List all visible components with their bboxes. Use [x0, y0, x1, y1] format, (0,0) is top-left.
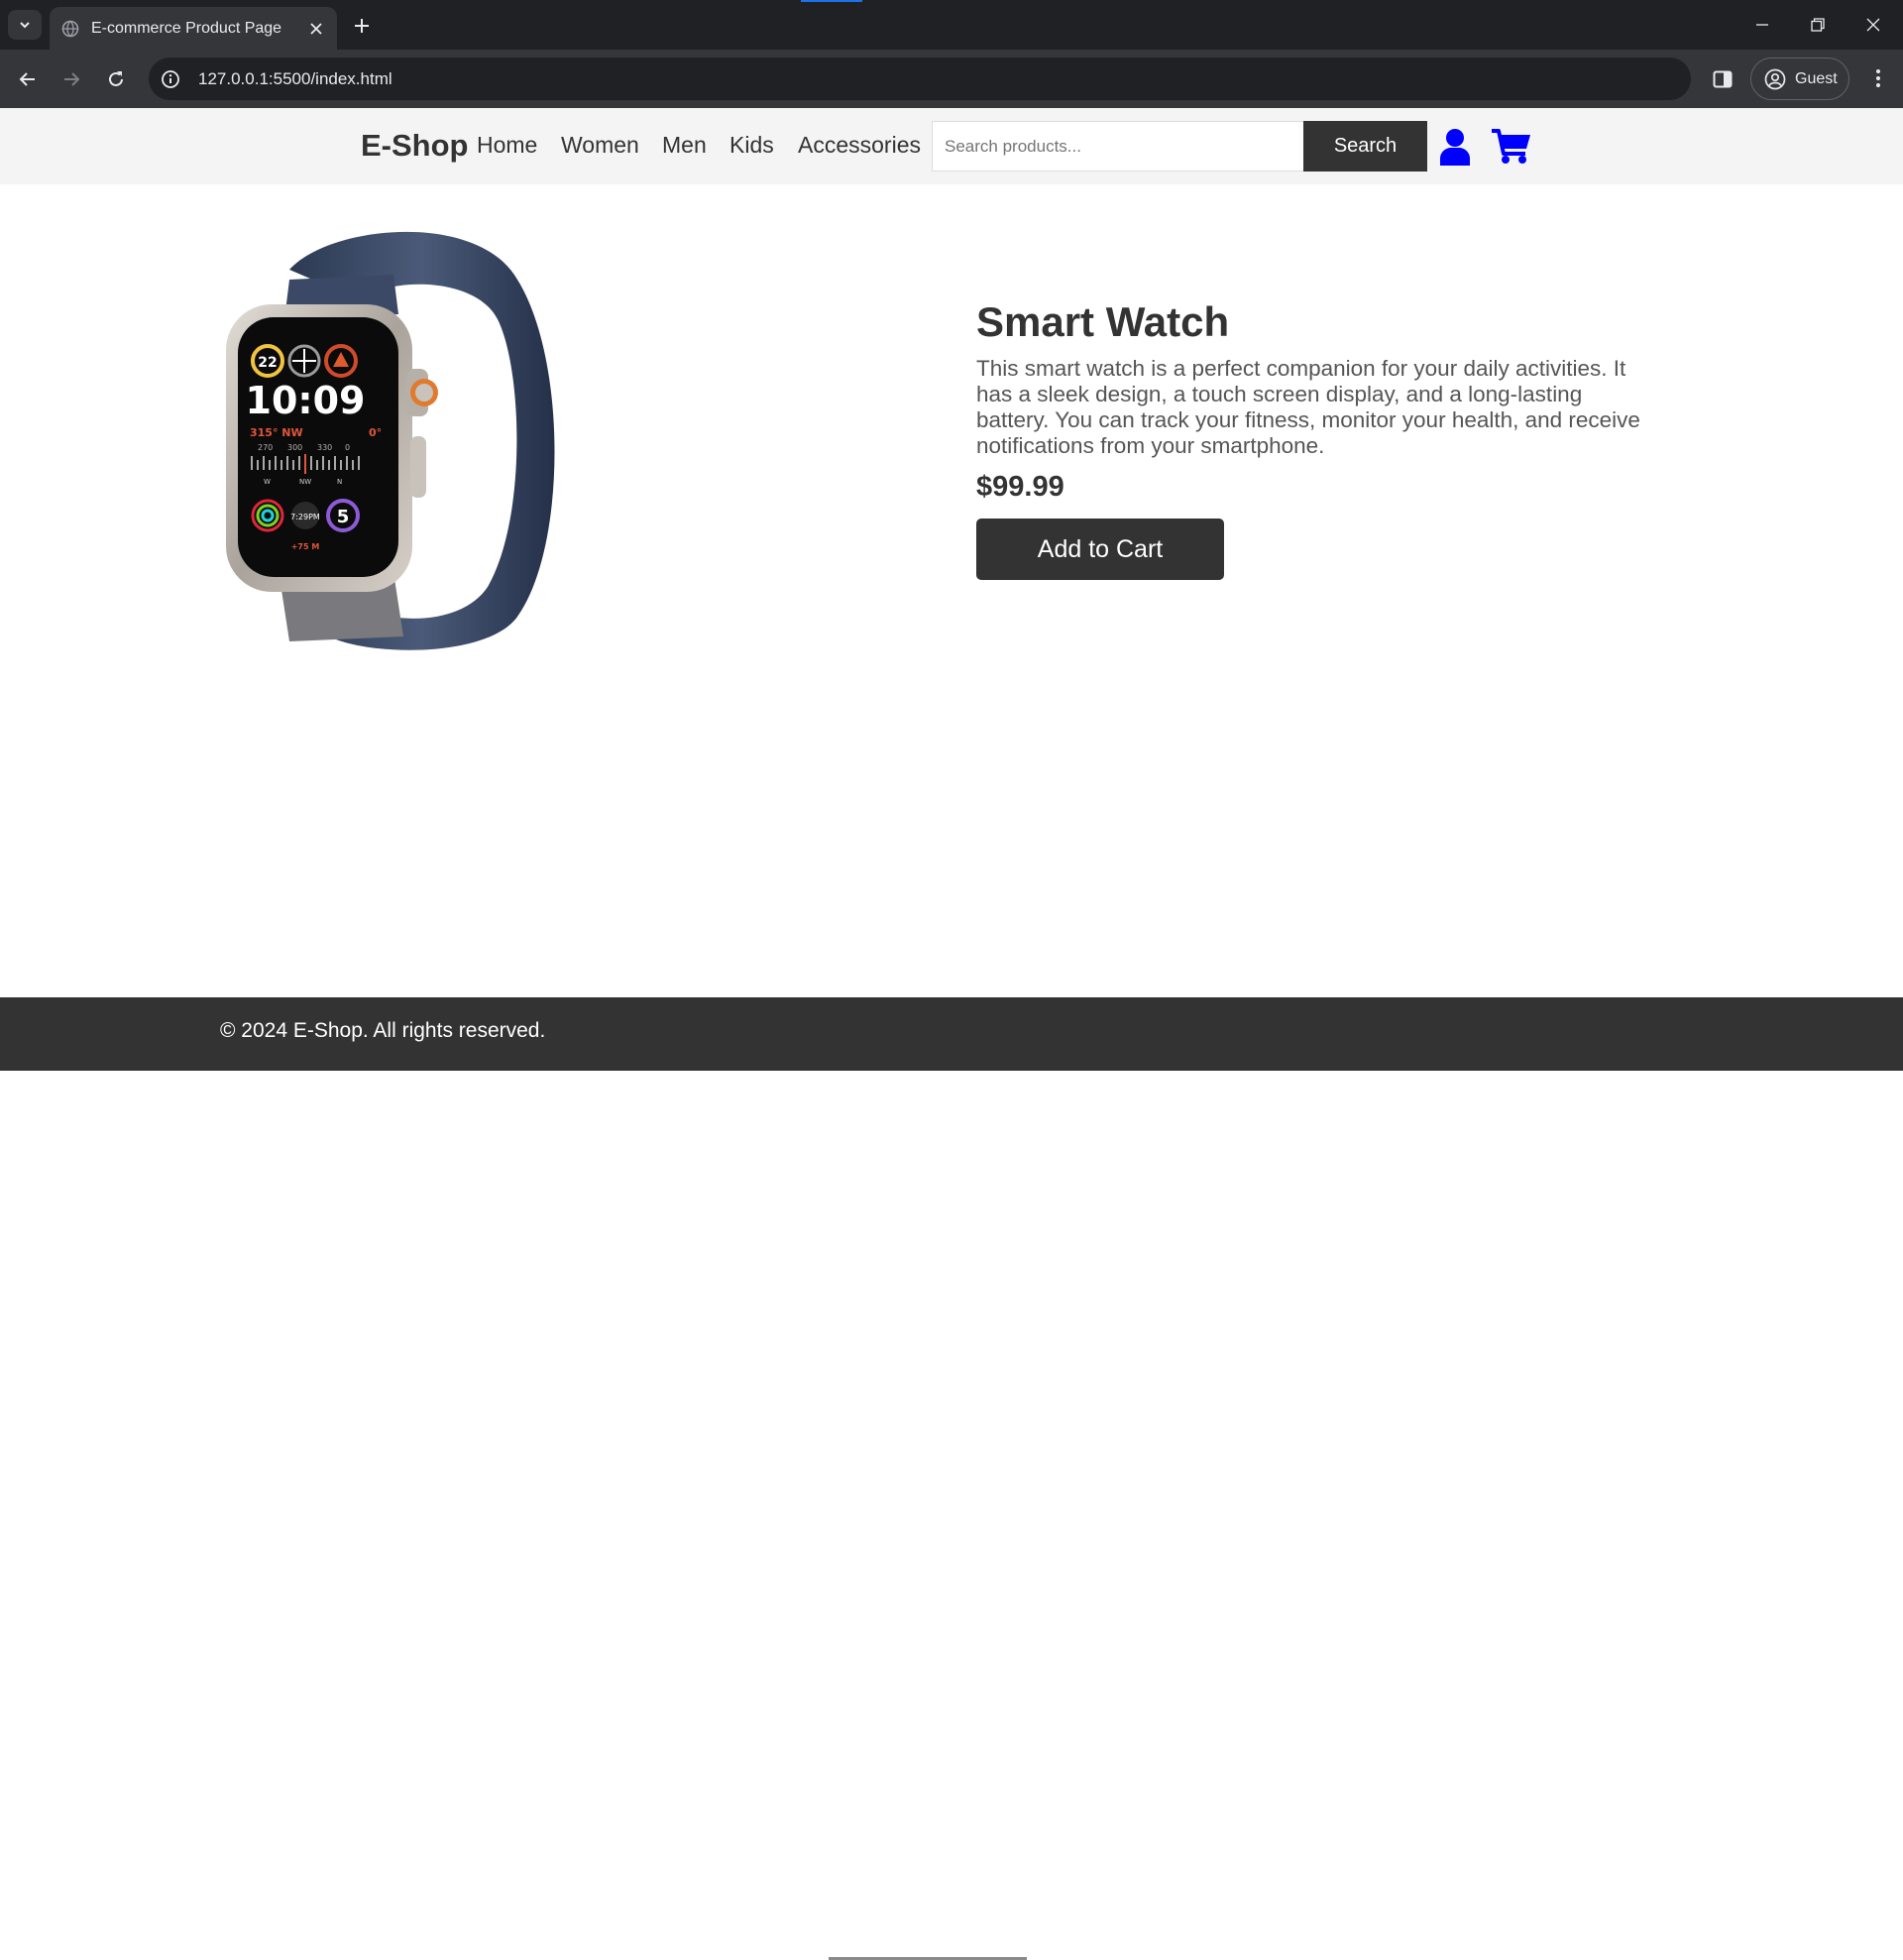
browser-toolbar: 127.0.0.1:5500/index.html Guest	[0, 50, 1903, 108]
site-header: E-Shop Home Women Men Kids Accessories S…	[0, 108, 1903, 184]
copyright-text: © 2024 E-Shop. All rights reserved.	[220, 1019, 546, 1042]
globe-icon	[61, 20, 79, 37]
more-vertical-icon	[1876, 69, 1880, 87]
close-icon[interactable]	[307, 20, 325, 38]
side-panel-button[interactable]	[1705, 66, 1740, 92]
side-panel-icon	[1713, 70, 1733, 88]
account-link[interactable]	[1439, 128, 1471, 166]
watch-bottom-right: 5	[337, 507, 350, 527]
tab-title: E-commerce Product Page	[91, 19, 282, 37]
watch-time: 10:09	[246, 379, 366, 422]
compass-label-270: 270	[258, 443, 273, 452]
add-to-cart-button[interactable]: Add to Cart	[976, 519, 1224, 580]
arrow-right-icon	[64, 72, 80, 86]
forward-button[interactable]	[54, 61, 89, 97]
product-title: Smart Watch	[976, 298, 1230, 345]
browser-tab-strip: E-commerce Product Page	[0, 0, 1903, 50]
watch-temp: 0°	[369, 426, 382, 439]
site-logo[interactable]: E-Shop	[361, 128, 469, 164]
shopping-cart-icon	[1492, 129, 1530, 164]
search-input[interactable]	[932, 121, 1304, 172]
site-footer: © 2024 E-Shop. All rights reserved.	[0, 997, 1903, 1960]
product-description: This smart watch is a perfect companion …	[976, 356, 1640, 458]
compass-label-0: 0	[345, 443, 350, 452]
chevron-down-icon	[20, 22, 30, 29]
nav-link-kids[interactable]: Kids	[729, 132, 774, 159]
nav-link-accessories[interactable]: Accessories	[798, 132, 921, 159]
active-tab[interactable]: E-commerce Product Page	[50, 7, 337, 50]
watch-heading: 315° NW	[250, 426, 303, 439]
browser-menu-button[interactable]	[1863, 63, 1893, 93]
search-button[interactable]: Search	[1303, 121, 1427, 172]
tab-strip-accent	[801, 0, 862, 2]
minimize-icon	[1756, 24, 1768, 26]
back-button[interactable]	[10, 61, 46, 97]
close-icon	[1866, 18, 1880, 32]
minimize-button[interactable]	[1735, 0, 1790, 50]
restore-icon	[1811, 18, 1825, 32]
user-circle-icon	[1764, 68, 1786, 89]
complication-top-left: 22	[258, 355, 277, 371]
restore-button[interactable]	[1790, 0, 1846, 50]
profile-label: Guest	[1795, 69, 1838, 87]
web-page: E-Shop Home Women Men Kids Accessories S…	[0, 108, 1903, 1960]
product-price: $99.99	[976, 471, 1064, 503]
plus-icon	[355, 19, 369, 33]
compass-letter-nw: NW	[299, 478, 311, 486]
nav-link-women[interactable]: Women	[561, 132, 639, 159]
arrow-left-icon	[19, 72, 35, 86]
user-icon	[1440, 129, 1470, 166]
compass-letter-w: W	[264, 478, 271, 486]
compass-letter-n: N	[337, 478, 342, 486]
cart-link[interactable]	[1492, 128, 1531, 166]
compass-label-300: 300	[287, 443, 302, 452]
product-image: 22 10:09 315° NW 0° 270 300 330 0 W NW N…	[226, 231, 555, 650]
address-bar[interactable]: 127.0.0.1:5500/index.html	[149, 58, 1691, 100]
reload-button[interactable]	[98, 61, 134, 97]
nav-link-home[interactable]: Home	[477, 132, 537, 159]
new-tab-button[interactable]	[349, 13, 375, 39]
reload-icon	[109, 71, 123, 86]
close-window-button[interactable]	[1846, 0, 1901, 50]
info-icon[interactable]	[161, 69, 180, 89]
watch-elevation: +75 M	[291, 542, 320, 551]
watch-bottom-time: 7:29PM	[290, 513, 320, 521]
compass-label-330: 330	[317, 443, 332, 452]
tab-search-button[interactable]	[8, 10, 42, 40]
url-text: 127.0.0.1:5500/index.html	[198, 68, 392, 88]
nav-link-men[interactable]: Men	[662, 132, 707, 159]
profile-button[interactable]: Guest	[1750, 58, 1849, 100]
